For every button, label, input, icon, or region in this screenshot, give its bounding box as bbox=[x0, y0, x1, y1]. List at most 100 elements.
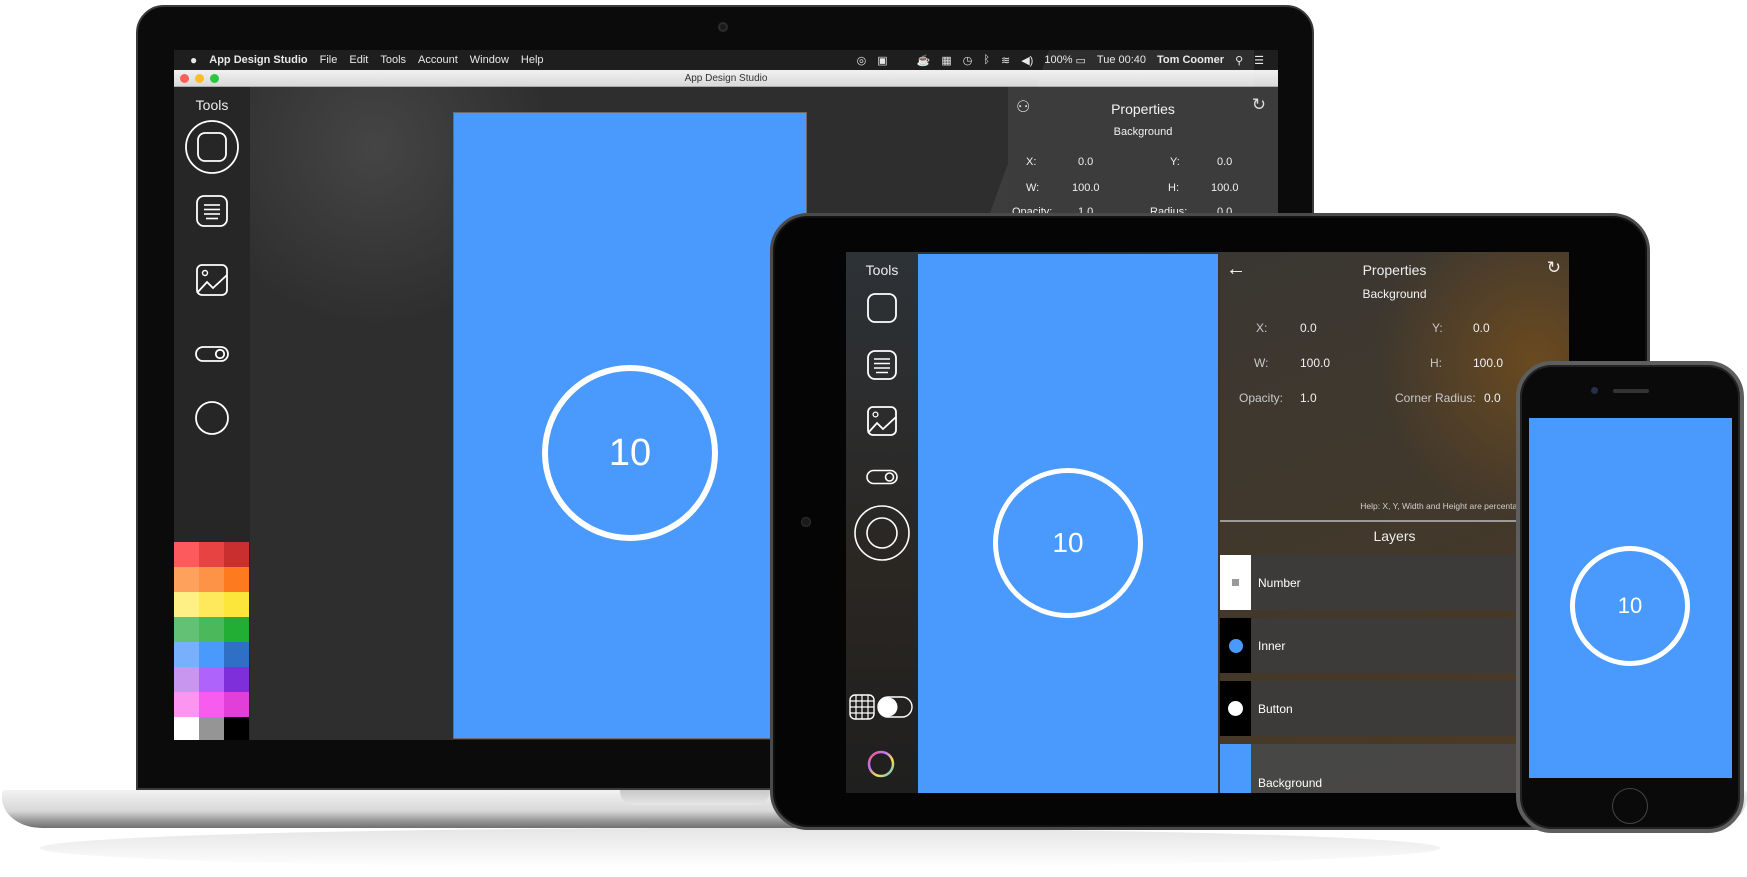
ipad-tools-title: Tools bbox=[865, 262, 899, 278]
bluetooth-icon[interactable]: ᛒ bbox=[983, 54, 990, 66]
ipad-camera bbox=[801, 517, 811, 527]
layer-thumb-inner bbox=[1220, 618, 1251, 673]
h-value[interactable]: 100.0 bbox=[1211, 182, 1239, 194]
menu-window[interactable]: Window bbox=[470, 54, 509, 66]
w-value[interactable]: 100.0 bbox=[1072, 182, 1100, 194]
wifi-icon[interactable]: ≋ bbox=[1001, 54, 1010, 67]
color-swatch[interactable] bbox=[199, 692, 224, 717]
tool-circle[interactable] bbox=[174, 400, 250, 436]
battery-icon[interactable]: ▭ bbox=[1075, 54, 1085, 67]
tool-text[interactable] bbox=[174, 194, 250, 228]
x-value[interactable]: 0.0 bbox=[1300, 321, 1317, 335]
menu-tools[interactable]: Tools bbox=[380, 54, 406, 66]
menubar-user[interactable]: Tom Coomer bbox=[1157, 54, 1224, 66]
grid-icon[interactable] bbox=[849, 694, 875, 720]
color-swatch[interactable] bbox=[174, 667, 199, 692]
ipad-tool-text[interactable] bbox=[846, 349, 918, 381]
iphone-home-button[interactable] bbox=[1612, 788, 1648, 824]
layer-thumb-button bbox=[1220, 681, 1251, 736]
iphone-screen[interactable]: 10 bbox=[1529, 418, 1732, 778]
ipad-design-canvas[interactable]: 10 bbox=[918, 254, 1218, 793]
menu-account[interactable]: Account bbox=[418, 54, 458, 66]
h-label: H: bbox=[1430, 356, 1442, 370]
menu-edit[interactable]: Edit bbox=[349, 54, 368, 66]
menu-app-name[interactable]: App Design Studio bbox=[209, 54, 307, 66]
h-value[interactable]: 100.0 bbox=[1473, 356, 1503, 370]
y-value[interactable]: 0.0 bbox=[1217, 156, 1232, 168]
color-swatch[interactable] bbox=[199, 717, 224, 740]
minimize-window-button[interactable] bbox=[195, 74, 204, 83]
window-titlebar[interactable]: App Design Studio bbox=[174, 70, 1278, 87]
counter-ring[interactable]: 10 bbox=[542, 365, 718, 541]
zoom-window-button[interactable] bbox=[210, 74, 219, 83]
color-swatch[interactable] bbox=[224, 617, 249, 642]
color-swatch[interactable] bbox=[199, 542, 224, 567]
window-layout-icon[interactable]: ▦ bbox=[941, 54, 951, 67]
ipad-properties-title: Properties bbox=[1362, 262, 1427, 278]
color-swatch[interactable] bbox=[174, 717, 199, 740]
menu-help[interactable]: Help bbox=[521, 54, 544, 66]
layer-thumb-background bbox=[1220, 744, 1251, 793]
tool-rectangle[interactable] bbox=[174, 119, 250, 175]
color-swatch[interactable] bbox=[224, 542, 249, 567]
grid-switch[interactable] bbox=[877, 696, 913, 718]
color-wheel-icon[interactable] bbox=[866, 749, 896, 779]
iphone-camera bbox=[1591, 387, 1598, 394]
coffee-cup-icon[interactable]: ☕ bbox=[917, 54, 931, 67]
tools-title: Tools bbox=[195, 97, 229, 113]
creative-cloud-icon[interactable]: ◎ bbox=[857, 54, 867, 67]
menubar-clock[interactable]: Tue 00:40 bbox=[1097, 54, 1146, 66]
color-swatch[interactable] bbox=[174, 642, 199, 667]
y-value[interactable]: 0.0 bbox=[1473, 321, 1490, 335]
color-swatch[interactable] bbox=[199, 617, 224, 642]
color-swatch[interactable] bbox=[174, 592, 199, 617]
opacity-value[interactable]: 1.0 bbox=[1300, 391, 1317, 405]
w-value[interactable]: 100.0 bbox=[1300, 356, 1330, 370]
time-machine-icon[interactable]: ◷ bbox=[963, 54, 973, 67]
tool-toggle[interactable] bbox=[174, 345, 250, 363]
notification-center-icon[interactable]: ☰ bbox=[1254, 54, 1264, 67]
properties-subtitle: Background bbox=[1113, 126, 1173, 138]
color-swatch[interactable] bbox=[224, 567, 249, 592]
color-swatch[interactable] bbox=[224, 667, 249, 692]
color-swatch[interactable] bbox=[199, 667, 224, 692]
corner-radius-value[interactable]: 0.0 bbox=[1484, 391, 1501, 405]
close-window-button[interactable] bbox=[180, 74, 189, 83]
counter-ring[interactable]: 10 bbox=[1570, 546, 1690, 666]
toggle-icon bbox=[866, 469, 898, 485]
contacts-icon[interactable]: ▣ bbox=[877, 54, 887, 67]
tool-image[interactable] bbox=[174, 263, 250, 297]
window-title: App Design Studio bbox=[684, 72, 768, 84]
mac-design-canvas[interactable]: 10 bbox=[453, 112, 807, 739]
color-swatch[interactable] bbox=[174, 567, 199, 592]
color-swatch[interactable] bbox=[224, 592, 249, 617]
ipad-properties-subtitle: Background bbox=[1362, 287, 1427, 301]
help-text: Help: X, Y, Width and Height are percent… bbox=[1360, 501, 1556, 511]
text-lines-icon bbox=[867, 350, 897, 380]
x-value[interactable]: 0.0 bbox=[1078, 156, 1093, 168]
color-swatch[interactable] bbox=[174, 617, 199, 642]
volume-icon[interactable]: ◀) bbox=[1021, 54, 1033, 67]
w-label: W: bbox=[1026, 182, 1040, 194]
color-swatch[interactable] bbox=[224, 642, 249, 667]
ipad-tool-toggle[interactable] bbox=[846, 469, 918, 485]
ipad-tool-image[interactable] bbox=[846, 405, 918, 437]
ipad-tool-rectangle[interactable] bbox=[846, 292, 918, 324]
color-swatch[interactable] bbox=[174, 542, 199, 567]
color-swatch[interactable] bbox=[224, 717, 249, 740]
counter-ring[interactable]: 10 bbox=[993, 468, 1143, 618]
spotlight-search-icon[interactable]: ⚲ bbox=[1235, 54, 1243, 67]
color-swatch[interactable] bbox=[174, 692, 199, 717]
color-swatch[interactable] bbox=[199, 567, 224, 592]
apple-logo-icon[interactable]: ● bbox=[190, 53, 197, 67]
ipad-tool-circle[interactable] bbox=[846, 504, 918, 562]
color-swatch[interactable] bbox=[199, 642, 224, 667]
refresh-icon[interactable]: ↻ bbox=[1547, 258, 1561, 278]
menu-file[interactable]: File bbox=[320, 54, 338, 66]
color-swatch[interactable] bbox=[224, 692, 249, 717]
refresh-icon[interactable]: ↻ bbox=[1252, 95, 1266, 115]
circle-icon bbox=[195, 401, 229, 435]
layer-name: Number bbox=[1258, 575, 1301, 590]
circle-icon bbox=[854, 505, 910, 561]
color-swatch[interactable] bbox=[199, 592, 224, 617]
